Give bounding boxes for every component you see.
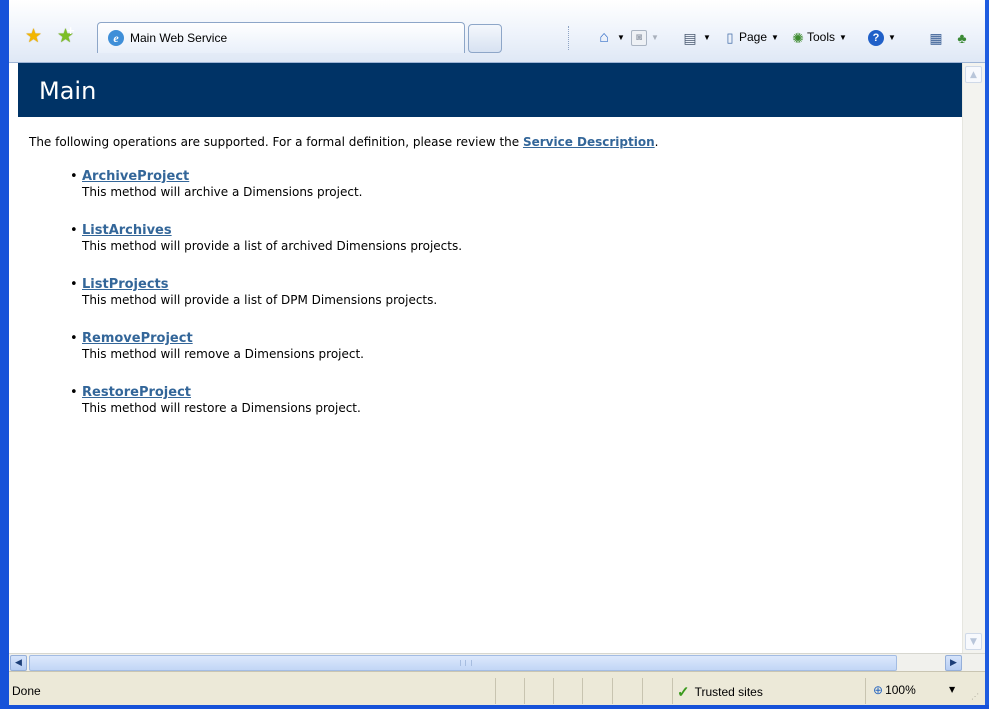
feeds-button[interactable]: ◙ ▼ (631, 26, 659, 49)
tab-main-web-service[interactable]: e Main Web Service (97, 22, 465, 53)
archive-project-link[interactable]: ArchiveProject (82, 169, 462, 184)
operation-description: This method will provide a list of archi… (82, 239, 463, 253)
feeds-icon: ◙ (631, 29, 647, 46)
list-item: • ListArchives This method will provide … (29, 223, 462, 277)
scroll-down-icon[interactable]: ▼ (965, 633, 982, 650)
bullet: • (70, 277, 78, 292)
messenger-button[interactable]: ♣ (953, 26, 971, 48)
status-pane (495, 678, 496, 704)
remove-project-link[interactable]: RemoveProject (82, 331, 462, 346)
zoom-level: 100% (885, 683, 916, 697)
status-pane (612, 678, 613, 704)
scroll-left-icon[interactable]: ◀ (10, 655, 27, 671)
help-icon: ? (868, 29, 884, 46)
home-icon: ⌂ (599, 28, 609, 46)
browser-toolbar: ★ ★ + e Main Web Service ⌂ ▼ ◙ ▼ ▤ ▼ ▯ Page ▼… (9, 0, 985, 63)
page-menu-button[interactable]: ▯ Page ▼ (721, 26, 779, 49)
favorites-star-icon[interactable]: ★ (25, 27, 42, 46)
bullet: • (70, 331, 78, 346)
intro-sentence: The following operations are supported. … (29, 135, 523, 149)
list-item: • RestoreProject This method will restor… (29, 385, 462, 439)
status-pane (553, 678, 554, 704)
zoom-dropdown-icon[interactable]: ▼ (949, 685, 955, 694)
tools-menu-button[interactable]: ✺ Tools ▼ (789, 26, 847, 49)
resize-grip-icon[interactable]: ⋰ (971, 692, 981, 702)
operations-list: • ArchiveProject This method will archiv… (29, 169, 462, 439)
bullet: • (70, 223, 78, 238)
feeds-dropdown-icon[interactable]: ▼ (651, 33, 659, 42)
scroll-right-icon[interactable]: ▶ (945, 655, 962, 671)
page-menu-label: Page (739, 30, 768, 44)
check-icon: ✓ (677, 684, 690, 701)
tools-gear-icon: ✺ (792, 29, 804, 46)
page-dropdown-icon: ▼ (771, 32, 779, 42)
status-pane (642, 678, 643, 704)
page-title: Main (39, 77, 97, 105)
page-content: Main The following operations are suppor… (9, 63, 962, 653)
tab-title: Main Web Service (130, 31, 228, 45)
service-description-link[interactable]: Service Description (523, 135, 655, 149)
zoom-icon: ⊕ (873, 683, 884, 697)
ie-page-icon: e (108, 30, 124, 46)
security-zone[interactable]: ✓ Trusted sites (677, 683, 763, 701)
status-pane (582, 678, 583, 704)
bullet: • (70, 169, 78, 184)
status-pane (672, 678, 673, 704)
status-text: Done (12, 684, 41, 698)
operation-description: This method will restore a Dimensions pr… (82, 401, 361, 415)
status-pane (865, 678, 866, 704)
operation-description: This method will provide a list of DPM D… (82, 293, 438, 307)
vertical-scrollbar[interactable]: ▲ ▼ (962, 63, 985, 653)
home-dropdown-icon[interactable]: ▼ (617, 33, 625, 42)
page-header: Main (18, 63, 962, 117)
operation-description: This method will archive a Dimensions pr… (82, 185, 363, 199)
toolbar-separator (568, 26, 571, 50)
bullet: • (70, 385, 78, 400)
list-projects-link[interactable]: ListProjects (82, 277, 462, 292)
intro-text: The following operations are supported. … (29, 135, 658, 149)
window-frame-bottom (0, 705, 989, 709)
status-bar: Done ✓ Trusted sites ⊕ 100% ▼ ⋰ (9, 671, 985, 705)
list-item: • RemoveProject This method will remove … (29, 331, 462, 385)
window-frame-left (0, 0, 9, 709)
print-dropdown-icon[interactable]: ▼ (703, 33, 711, 42)
window-frame-right (985, 0, 989, 709)
tools-dropdown-icon: ▼ (839, 32, 847, 42)
print-icon: ▤ (683, 29, 697, 46)
messenger-icon: ♣ (957, 29, 967, 46)
print-button[interactable]: ▤ ▼ (681, 26, 711, 49)
scroll-up-icon[interactable]: ▲ (965, 66, 982, 83)
restore-project-link[interactable]: RestoreProject (82, 385, 462, 400)
status-pane (524, 678, 525, 704)
help-dropdown-icon[interactable]: ▼ (888, 33, 896, 42)
research-icon: ▦ (929, 29, 943, 46)
security-zone-label: Trusted sites (694, 685, 763, 699)
zoom-level-button[interactable]: ⊕ 100% (873, 683, 916, 697)
scroll-grip-icon (460, 660, 472, 666)
intro-period: . (654, 135, 659, 149)
research-button[interactable]: ▦ (927, 26, 945, 48)
horizontal-scrollbar[interactable]: ◀ ▶ (9, 653, 985, 671)
list-archives-link[interactable]: ListArchives (82, 223, 462, 238)
operation-description: This method will remove a Dimensions pro… (82, 347, 364, 361)
tools-menu-label: Tools (807, 30, 836, 44)
new-tab-button[interactable] (468, 24, 502, 53)
horizontal-scroll-thumb[interactable] (29, 655, 897, 671)
list-item: • ListProjects This method will provide … (29, 277, 462, 331)
home-button[interactable]: ⌂ ▼ (595, 26, 625, 49)
help-button[interactable]: ? ▼ (868, 26, 896, 49)
add-favorites-plus-icon: + (66, 24, 76, 37)
page-icon: ▯ (726, 29, 734, 45)
list-item: • ArchiveProject This method will archiv… (29, 169, 462, 223)
